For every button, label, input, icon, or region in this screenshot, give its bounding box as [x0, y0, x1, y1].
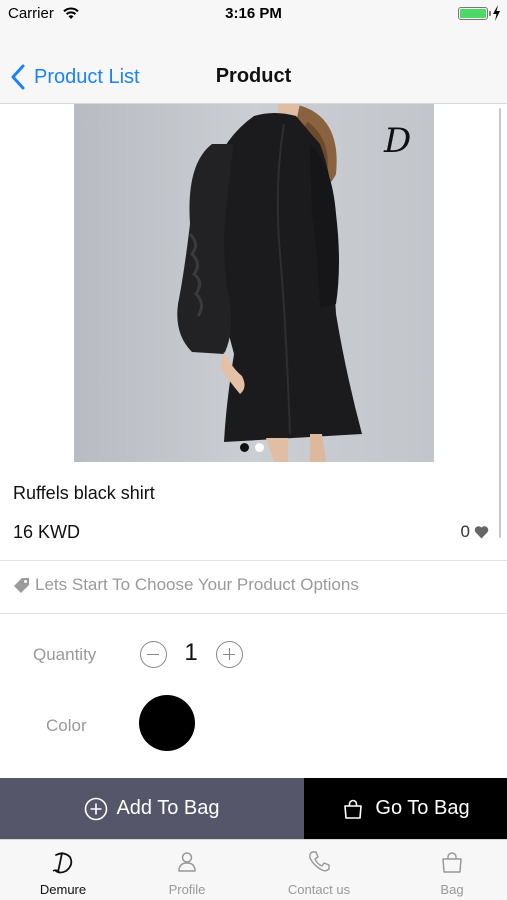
tab-bag[interactable]: Bag	[389, 840, 507, 900]
brand-watermark-text: D	[383, 121, 411, 161]
like-count: 0	[460, 522, 470, 541]
quantity-value: 1	[184, 639, 198, 666]
image-page-dots[interactable]	[240, 443, 264, 452]
quantity-decrease-button[interactable]	[140, 641, 167, 668]
add-to-bag-label: Add To Bag	[116, 797, 220, 819]
tag-icon	[14, 577, 29, 593]
color-swatch-black[interactable]	[139, 695, 195, 751]
product-image[interactable]: D	[74, 104, 434, 462]
tab-label: Profile	[168, 882, 206, 897]
navigation-bar: Product List Product	[0, 28, 507, 104]
go-to-bag-label: Go To Bag	[375, 797, 470, 819]
tab-label: Bag	[440, 882, 464, 897]
color-label: Color	[46, 716, 87, 735]
tab-demure[interactable]: Demure	[0, 840, 126, 900]
shopping-bag-icon	[344, 799, 363, 819]
status-bar: Carrier 3:16 PM	[0, 0, 507, 28]
page-dot-1[interactable]	[240, 443, 249, 452]
options-hint-text: Lets Start To Choose Your Product Option…	[35, 575, 359, 594]
scroll-indicator	[499, 108, 501, 538]
phone-icon	[309, 851, 330, 872]
add-circle-icon	[85, 797, 108, 820]
person-icon	[178, 852, 196, 872]
tab-label: Demure	[39, 882, 87, 897]
charging-bolt-icon	[493, 5, 500, 21]
battery-icon	[458, 7, 491, 20]
divider	[0, 560, 507, 561]
tab-profile[interactable]: Profile	[124, 840, 250, 900]
quantity-increase-button[interactable]	[216, 641, 243, 668]
heart-icon	[474, 526, 489, 539]
product-price: 16 KWD	[13, 522, 81, 542]
page-dot-2[interactable]	[255, 443, 264, 452]
go-to-bag-button[interactable]: Go To Bag	[304, 778, 507, 839]
page-title: Product	[215, 65, 292, 87]
tab-contact-us[interactable]: Contact us	[256, 840, 382, 900]
brand-logo-icon	[52, 852, 73, 874]
add-to-bag-button[interactable]: Add To Bag	[0, 778, 304, 839]
divider	[0, 613, 507, 614]
quantity-label: Quantity	[33, 645, 97, 664]
tab-bar: Demure Profile Contact us Bag	[0, 839, 507, 900]
product-options-hint: Lets Start To Choose Your Product Option…	[13, 575, 359, 595]
tab-label: Contact us	[287, 882, 351, 897]
product-name: Ruffels black shirt	[13, 483, 155, 503]
like-button[interactable]: 0	[461, 522, 489, 542]
shopping-bag-icon	[442, 852, 462, 873]
product-photo: D	[74, 104, 434, 462]
clock: 3:16 PM	[225, 5, 282, 22]
